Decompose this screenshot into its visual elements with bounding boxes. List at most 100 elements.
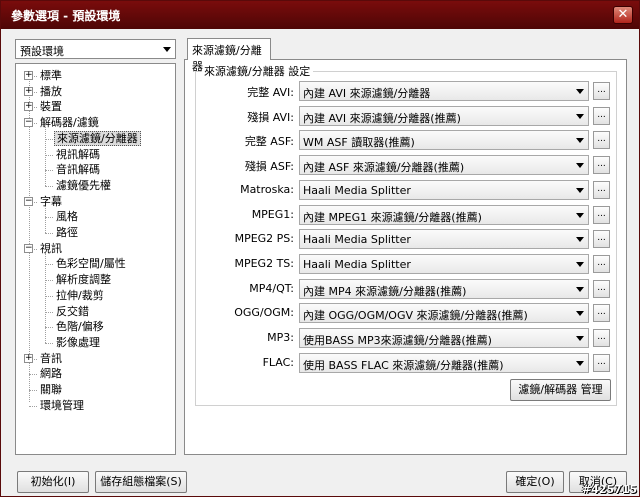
splitter-select-value: 內建 MP4 來源濾鏡/分離器(推薦)	[303, 284, 467, 298]
configure-button[interactable]: ...	[593, 106, 610, 125]
splitter-select[interactable]: Haali Media Splitter	[299, 229, 589, 250]
tree-item-label: 音訊	[40, 351, 62, 365]
tree-item[interactable]: 色彩空間/屬性	[54, 256, 128, 272]
tree-item-label: 拉伸/裁剪	[56, 288, 104, 302]
configure-button[interactable]: ...	[593, 131, 610, 150]
tree-item[interactable]: 音訊	[38, 351, 64, 367]
tree-item[interactable]: 視訊	[38, 241, 64, 257]
tree-item[interactable]: 字幕	[38, 194, 64, 210]
tree-item[interactable]: 濾鏡優先權	[54, 178, 113, 194]
splitter-select-value: 內建 OGG/OGM/OGV 來源濾鏡/分離器(推薦)	[303, 309, 528, 323]
tree-item[interactable]: 視訊解碼	[54, 147, 102, 163]
tree-connector	[45, 327, 53, 329]
tree-item[interactable]: 反交錯	[54, 304, 91, 320]
init-button[interactable]: 初始化(I)	[17, 471, 89, 493]
configure-button[interactable]: ...	[593, 82, 610, 100]
configure-button[interactable]: ...	[593, 230, 610, 249]
configure-button[interactable]: ...	[593, 353, 610, 372]
tree-item-label: 風格	[56, 210, 78, 224]
tree-guide-line	[45, 127, 46, 186]
configure-button[interactable]: ...	[593, 156, 610, 175]
splitter-select[interactable]: 內建 MP4 來源濾鏡/分離器(推薦)	[299, 278, 589, 299]
configure-button[interactable]: ...	[593, 304, 610, 323]
preferences-window: 參數選項 - 預設環境 ✕ 預設環境 標準 + 播放 + 裝置 + 解碼器/濾鏡 − 來源濾鏡/…	[0, 0, 640, 497]
expand-icon[interactable]: +	[24, 353, 33, 363]
tree-item[interactable]: 解析度調整	[54, 272, 113, 288]
tree-item-label: 視訊	[40, 241, 62, 255]
splitter-select[interactable]: WM ASF 讀取器(推薦)	[299, 130, 589, 151]
tree-item-label: 網路	[40, 367, 62, 381]
ok-button[interactable]: 確定(O)	[506, 471, 564, 493]
tree-item[interactable]: 標準	[38, 68, 64, 84]
tree-item[interactable]: 裝置	[38, 99, 64, 115]
field-label: MP3:	[267, 331, 294, 344]
tree-item-label: 裝置	[40, 100, 62, 114]
tree-item[interactable]: 音訊解碼	[54, 162, 102, 178]
tree-connector	[45, 154, 53, 156]
tree-connector	[45, 311, 53, 313]
profile-select[interactable]: 預設環境	[15, 39, 176, 59]
splitter-select-value: Haali Media Splitter	[303, 257, 411, 271]
configure-button[interactable]: ...	[593, 279, 610, 298]
tree-item[interactable]: 環境管理	[38, 398, 86, 414]
tree-connector	[45, 138, 53, 140]
tree-item[interactable]: 關聯	[38, 382, 64, 398]
splitter-select[interactable]: 使用BASS MP3來源濾鏡/分離器(推薦)	[299, 328, 589, 348]
tree-connector	[29, 405, 37, 407]
field-label: 完整 AVI:	[247, 86, 294, 99]
filter-manager-button[interactable]: 濾鏡/解碼器 管理	[510, 379, 611, 401]
tree-item-label: 播放	[40, 84, 62, 98]
tree-item-label: 反交錯	[56, 304, 89, 318]
field-label: MPEG2 PS:	[234, 232, 294, 246]
field-label: 殘損 ASF:	[244, 160, 294, 174]
title-bar[interactable]: 參數選項 - 預設環境 ✕	[1, 1, 639, 29]
field-label: 殘損 AVI:	[247, 110, 294, 124]
collapse-icon[interactable]: −	[24, 118, 33, 128]
splitter-select[interactable]: 內建 MPEG1 來源濾鏡/分離器(推薦)	[299, 204, 589, 225]
close-button[interactable]: ✕	[613, 6, 633, 24]
tab-source-filters[interactable]: 來源濾鏡/分離器	[187, 38, 271, 73]
splitter-select-value: Haali Media Splitter	[303, 233, 411, 247]
expand-icon[interactable]: +	[24, 86, 33, 96]
splitter-select-value: 內建 AVI 來源濾鏡/分離器(推薦)	[303, 111, 461, 125]
field-label: MPEG1:	[251, 207, 294, 221]
splitter-select[interactable]: 使用 BASS FLAC 來源濾鏡/分離器(推薦)	[299, 352, 589, 373]
tree-connector	[29, 390, 37, 391]
tree-item[interactable]: 解碼器/濾鏡	[38, 115, 101, 131]
save-profile-button[interactable]: 儲存組態檔案(S)	[95, 471, 187, 493]
tree-item-label: 路徑	[56, 226, 78, 239]
tree-connector	[45, 233, 53, 234]
collapse-icon[interactable]: −	[24, 243, 33, 253]
tree-item[interactable]: 影像處理	[54, 335, 102, 351]
field-label: MPEG2 TS:	[234, 256, 294, 270]
splitter-select[interactable]: 內建 OGG/OGM/OGV 來源濾鏡/分離器(推薦)	[299, 303, 589, 324]
configure-button[interactable]: ...	[593, 329, 610, 347]
tree-connector	[45, 185, 53, 187]
configure-button[interactable]: ...	[593, 180, 610, 199]
tree-item[interactable]: 來源濾鏡/分離器	[54, 130, 141, 147]
splitter-select[interactable]: 內建 AVI 來源濾鏡/分離器(推薦)	[299, 105, 589, 126]
splitter-select[interactable]: Haali Media Splitter	[299, 253, 589, 274]
tree-item[interactable]: 拉伸/裁剪	[54, 288, 106, 304]
field-label: 完整 ASF:	[244, 135, 294, 149]
tree-item[interactable]: 色階/偏移	[54, 319, 106, 335]
tree-item-label: 字幕	[40, 194, 62, 208]
tree-item-label: 視訊解碼	[56, 147, 100, 161]
splitter-select[interactable]: Haali Media Splitter	[299, 179, 589, 200]
field-label: Matroska:	[240, 182, 294, 196]
splitter-select[interactable]: 內建 ASF 來源濾鏡/分離器(推薦)	[299, 155, 589, 176]
configure-button[interactable]: ...	[593, 254, 610, 273]
splitter-select-value: 使用BASS MP3來源濾鏡/分離器(推薦)	[303, 334, 492, 347]
expand-icon[interactable]: +	[24, 102, 33, 112]
expand-icon[interactable]: +	[24, 71, 33, 80]
tree-guide-line	[45, 205, 46, 233]
tree-item[interactable]: 播放	[38, 84, 64, 100]
splitter-select[interactable]: 內建 AVI 來源濾鏡/分離器	[299, 81, 589, 101]
tree-connector	[45, 217, 53, 219]
settings-tree[interactable]: 標準 + 播放 + 裝置 + 解碼器/濾鏡 − 來源濾鏡/分離器 視訊解碼 音訊解碼 濾鏡優先權 字幕 −…	[15, 63, 176, 455]
tree-item[interactable]: 風格	[54, 209, 80, 225]
collapse-icon[interactable]: −	[24, 196, 33, 206]
configure-button[interactable]: ...	[593, 205, 610, 224]
tree-item[interactable]: 網路	[38, 366, 64, 382]
tree-item[interactable]: 路徑	[54, 225, 80, 241]
